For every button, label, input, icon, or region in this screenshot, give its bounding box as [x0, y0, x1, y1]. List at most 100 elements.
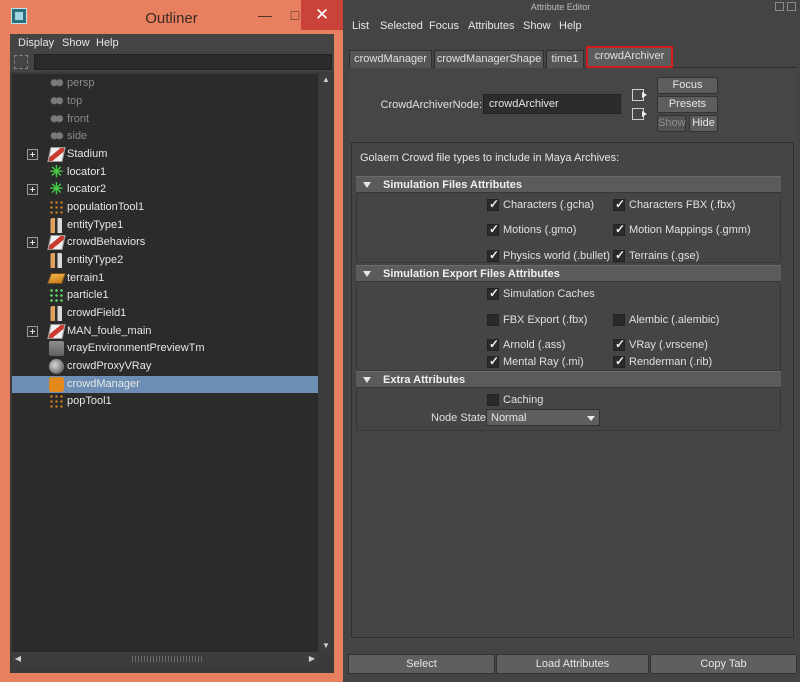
outliner-vertical-scrollbar[interactable]: ▲ ▼: [320, 74, 332, 652]
terrain-icon: [47, 273, 66, 284]
particle-icon: [49, 288, 64, 303]
menu-attributes[interactable]: Attributes: [468, 20, 514, 32]
tree-item-crowdfield1[interactable]: crowdField1: [12, 305, 318, 322]
attribute-editor-panel: CrowdArchiverNode: crowdArchiver Focus P…: [349, 68, 796, 640]
outliner-titlebar[interactable]: Outliner — □ ✕: [0, 0, 343, 34]
checkbox-label: Characters (.gcha): [503, 199, 595, 211]
menu-show[interactable]: Show: [62, 37, 90, 49]
scroll-down-icon[interactable]: ▼: [320, 640, 332, 652]
tree-item-man-foule-main[interactable]: MAN_foule_main: [12, 323, 318, 340]
tab-time1[interactable]: time1: [546, 50, 584, 68]
menu-selected[interactable]: Selected: [380, 20, 423, 32]
tree-item-label: crowdProxyVRay: [67, 360, 152, 372]
minimize-icon[interactable]: —: [250, 0, 280, 30]
attribute-editor-titlebar[interactable]: Attribute Editor: [343, 0, 800, 16]
tree-item-label: particle1: [67, 289, 109, 301]
locator-icon: ✳: [49, 181, 64, 198]
load-attributes-button[interactable]: Load Attributes: [496, 654, 649, 674]
population-tool-icon: [49, 394, 64, 409]
tree-item-top[interactable]: top: [12, 93, 318, 110]
checkbox-box[interactable]: ✓: [487, 222, 499, 236]
tree-item-particle1[interactable]: particle1: [12, 287, 318, 304]
tree-item-poptool1[interactable]: popTool1: [12, 393, 318, 410]
tree-item-crowdbehaviors[interactable]: crowdBehaviors: [12, 234, 318, 251]
tree-item-front[interactable]: front: [12, 111, 318, 128]
tree-item-vrayenvironmentpreviewtm[interactable]: vrayEnvironmentPreviewTm: [12, 340, 318, 357]
tree-item-entitytype1[interactable]: entityType1: [12, 217, 318, 234]
select-button[interactable]: Select: [348, 654, 495, 674]
tree-item-entitytype2[interactable]: entityType2: [12, 252, 318, 269]
outliner-horizontal-scrollbar[interactable]: ◀ ▶: [12, 652, 318, 666]
section-simulation-files[interactable]: Simulation Files Attributes: [356, 176, 781, 193]
tab-crowdarchiver[interactable]: crowdArchiver: [586, 46, 673, 68]
tree-item-crowdproxyvray[interactable]: crowdProxyVRay: [12, 358, 318, 375]
checkbox-box[interactable]: ✓: [487, 248, 499, 262]
tree-item-label: crowdBehaviors: [67, 236, 146, 248]
tab-crowdmanagershape[interactable]: crowdManagerShape: [434, 50, 544, 68]
menu-help[interactable]: Help: [559, 20, 582, 32]
menu-help[interactable]: Help: [96, 37, 119, 49]
expand-icon[interactable]: [27, 149, 38, 160]
tree-item-locator2[interactable]: ✳ locator2: [12, 181, 318, 198]
checkbox-box[interactable]: ✓: [487, 354, 500, 368]
expand-icon[interactable]: [27, 326, 38, 337]
scroll-grip[interactable]: [132, 656, 202, 662]
scroll-left-icon[interactable]: ◀: [12, 653, 24, 665]
tree-item-crowdmanager[interactable]: crowdManager: [12, 376, 318, 393]
section-simulation-export[interactable]: Simulation Export Files Attributes: [356, 265, 781, 282]
focus-button[interactable]: Focus: [657, 77, 718, 94]
menu-focus[interactable]: Focus: [429, 20, 459, 32]
input-connection-icon[interactable]: [632, 89, 647, 101]
scroll-up-icon[interactable]: ▲: [320, 74, 332, 86]
menu-list[interactable]: List: [352, 20, 369, 32]
checkbox-box[interactable]: ✓: [613, 337, 625, 351]
checkbox-box[interactable]: [613, 314, 625, 326]
expand-icon[interactable]: [27, 184, 38, 195]
tree-item-label: locator2: [67, 183, 107, 195]
checkbox-box[interactable]: [487, 314, 499, 326]
hide-button[interactable]: Hide: [689, 115, 718, 132]
tree-item-label: crowdField1: [67, 307, 127, 319]
locator-icon: ✳: [49, 164, 64, 181]
outliner-menubar: Display Show Help: [10, 34, 334, 52]
copy-tab-button[interactable]: Copy Tab: [650, 654, 797, 674]
tree-item-terrain1[interactable]: terrain1: [12, 270, 318, 287]
node-name-field[interactable]: crowdArchiver: [483, 94, 621, 114]
outliner-search-input[interactable]: [34, 54, 332, 70]
checkbox-box[interactable]: ✓: [613, 197, 625, 211]
output-connection-icon[interactable]: [632, 108, 647, 120]
check-icon: ✓: [489, 354, 500, 368]
close-icon[interactable]: ✕: [301, 0, 343, 30]
scroll-right-icon[interactable]: ▶: [306, 653, 318, 665]
menu-show[interactable]: Show: [523, 20, 551, 32]
menu-display[interactable]: Display: [18, 37, 54, 49]
checkbox-box[interactable]: [487, 394, 499, 406]
expand-icon[interactable]: [27, 237, 38, 248]
close-icon[interactable]: [787, 2, 796, 11]
float-icon[interactable]: [775, 2, 784, 11]
vray-icon: [49, 341, 64, 356]
tree-item-label: entityType1: [67, 219, 124, 231]
tab-crowdmanager[interactable]: crowdManager: [349, 50, 432, 68]
attribute-editor-title: Attribute Editor: [530, 2, 591, 12]
tree-item-populationtool1[interactable]: populationTool1: [12, 199, 318, 216]
node-state-dropdown[interactable]: Normal: [486, 409, 600, 426]
tree-item-stadium[interactable]: Stadium: [12, 146, 318, 163]
filter-icon[interactable]: [14, 55, 28, 69]
checkbox-label: FBX Export (.fbx): [503, 314, 588, 326]
camera-icon: [49, 112, 64, 127]
checkbox-box[interactable]: ✓: [487, 197, 499, 211]
checkbox-box[interactable]: ✓: [487, 337, 499, 351]
checkbox-label: Mental Ray (.mi): [503, 356, 584, 368]
tree-item-persp[interactable]: persp: [12, 75, 318, 92]
tree-item-side[interactable]: side: [12, 128, 318, 145]
tree-item-locator1[interactable]: ✳ locator1: [12, 164, 318, 181]
checkbox-box[interactable]: ✓: [613, 248, 625, 262]
dropdown-arrow-icon: [587, 416, 595, 421]
checkbox-box[interactable]: ✓: [613, 222, 625, 236]
show-button[interactable]: Show: [657, 115, 686, 132]
section-extra-attributes[interactable]: Extra Attributes: [356, 371, 781, 388]
presets-button[interactable]: Presets: [657, 96, 718, 113]
checkbox-box[interactable]: ✓: [487, 286, 499, 300]
checkbox-box[interactable]: ✓: [613, 354, 625, 368]
